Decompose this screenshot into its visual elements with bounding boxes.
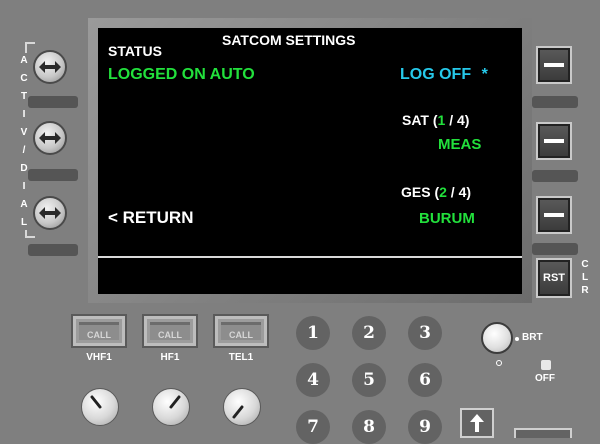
left-slot [28, 244, 78, 256]
hf1-call-button[interactable]: CALL [142, 314, 198, 348]
key-8-button[interactable]: 8 [352, 410, 386, 444]
vlabel-char: C [20, 73, 28, 84]
vlabel-char: I [22, 181, 26, 192]
clr-char: R [581, 285, 589, 296]
right-lsk-2-button[interactable] [536, 122, 572, 160]
return-option[interactable]: < RETURN [108, 208, 193, 228]
log-off-option[interactable]: LOG OFF * [400, 66, 488, 84]
ges-value[interactable]: BURUM [419, 210, 475, 227]
brt-indicator-dot [515, 337, 519, 341]
tel1-call-button[interactable]: CALL [213, 314, 269, 348]
right-slot [532, 243, 578, 255]
left-lsk-3-button[interactable] [33, 196, 67, 230]
knob-pointer-icon [169, 395, 181, 409]
vlabel-char: V [20, 127, 28, 138]
ges-label: GES (2 / 4) [401, 184, 471, 200]
brightness-knob[interactable] [481, 322, 513, 354]
ges-label-text: GES ( [401, 184, 440, 200]
right-slot [532, 96, 578, 108]
key-7-button[interactable]: 7 [296, 410, 330, 444]
log-off-marker: * [481, 66, 488, 83]
ges-close: ) [466, 184, 472, 200]
double-arrow-icon [39, 207, 61, 219]
activ-dial-label: A C T I V / D I A L [18, 53, 30, 230]
key-3-button[interactable]: 3 [408, 316, 442, 350]
ges-current: 2 [439, 184, 447, 200]
clr-char: C [581, 259, 589, 270]
hf1-volume-knob[interactable] [152, 388, 190, 426]
right-lsk-1-button[interactable] [536, 46, 572, 84]
status-label: STATUS [108, 43, 162, 59]
left-lsk-1-button[interactable] [33, 50, 67, 84]
tel1-volume-knob[interactable] [223, 388, 261, 426]
call-label: CALL [150, 322, 190, 340]
double-arrow-icon [39, 132, 61, 144]
status-value: LOGGED ON AUTO [108, 66, 255, 83]
brt-min-dot [496, 360, 502, 366]
dash-icon [544, 63, 564, 67]
vlabel-char: I [22, 109, 26, 120]
vhf1-label: VHF1 [86, 352, 112, 363]
key-2-button[interactable]: 2 [352, 316, 386, 350]
dash-icon [544, 139, 564, 143]
sat-value[interactable]: MEAS [438, 136, 481, 153]
rst-button[interactable]: RST [536, 258, 572, 298]
vlabel-char: A [20, 199, 28, 210]
clr-label: C L R [579, 258, 591, 297]
sat-label-text: SAT ( [402, 112, 438, 128]
vhf1-call-button[interactable]: CALL [71, 314, 127, 348]
vhf1-volume-knob[interactable] [81, 388, 119, 426]
call-label: CALL [79, 322, 119, 340]
sat-separator: / [445, 112, 457, 128]
sat-close: ) [464, 112, 470, 128]
right-slot [532, 170, 578, 182]
key-1-button[interactable]: 1 [296, 316, 330, 350]
knob-pointer-icon [90, 395, 102, 409]
left-slot [28, 96, 78, 108]
up-arrow-button[interactable] [460, 408, 494, 438]
sat-label: SAT (1 / 4) [402, 112, 469, 128]
off-label: OFF [535, 373, 555, 384]
key-6-button[interactable]: 6 [408, 363, 442, 397]
key-9-button[interactable]: 9 [408, 410, 442, 444]
hf1-label: HF1 [160, 352, 180, 363]
brt-label: BRT [522, 332, 543, 343]
dash-icon [544, 213, 564, 217]
knob-pointer-icon [232, 405, 244, 419]
page-title: SATCOM SETTINGS [222, 32, 356, 48]
arrow-up-icon [470, 414, 484, 432]
scratchpad-divider [98, 256, 522, 258]
vlabel-char: L [20, 217, 28, 228]
call-label: CALL [221, 322, 261, 340]
clr-char: L [581, 272, 589, 283]
tel1-label: TEL1 [228, 352, 254, 363]
left-slot [28, 169, 78, 181]
left-lsk-2-button[interactable] [33, 121, 67, 155]
key-5-button[interactable]: 5 [352, 363, 386, 397]
partial-button[interactable] [514, 428, 572, 438]
key-4-button[interactable]: 4 [296, 363, 330, 397]
sat-total: 4 [456, 112, 465, 128]
vlabel-char: A [20, 55, 28, 66]
off-indicator-icon [541, 360, 551, 370]
right-lsk-3-button[interactable] [536, 196, 572, 234]
double-arrow-icon [39, 61, 61, 73]
vlabel-char: / [22, 145, 26, 156]
ges-separator: / [446, 184, 459, 200]
log-off-label: LOG OFF [400, 66, 472, 83]
